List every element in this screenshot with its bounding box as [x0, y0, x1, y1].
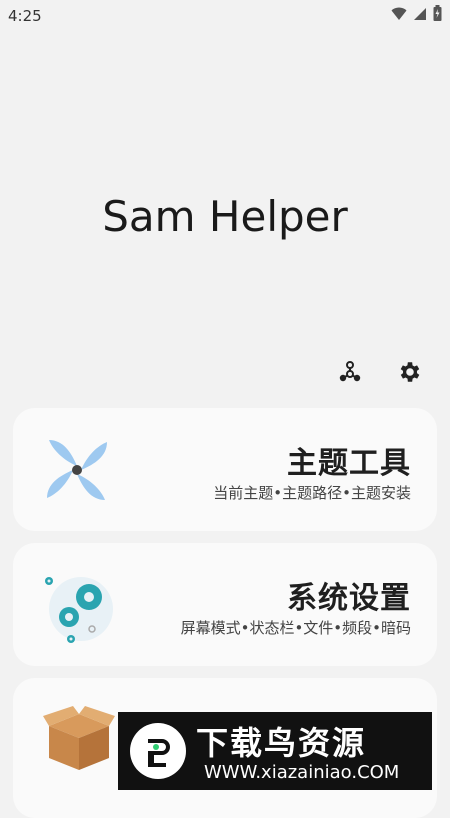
watermark-title: 下载鸟资源	[196, 724, 367, 762]
molecule-icon[interactable]	[334, 356, 366, 388]
card-title: 系统设置	[287, 581, 411, 616]
signal-icon	[413, 6, 427, 25]
status-time: 4:25	[8, 7, 42, 25]
settings-gear-icon[interactable]	[394, 356, 426, 388]
wifi-icon	[391, 6, 407, 25]
gears-icon	[39, 567, 119, 647]
card-subtitle: 当前主题•主题路径•主题安装	[213, 484, 411, 502]
card-title: 主题工具	[287, 446, 411, 481]
card-theme-tools[interactable]: 主题工具 当前主题•主题路径•主题安装	[13, 408, 437, 531]
status-bar: 4:25	[0, 0, 450, 32]
card-subtitle: 屏幕模式•状态栏•文件•频段•暗码	[180, 619, 411, 637]
app-title: Sam Helper	[102, 192, 348, 241]
box-icon	[39, 702, 119, 782]
watermark-url: WWW.xiazainiao.COM	[204, 762, 400, 783]
bird-logo-icon	[128, 721, 188, 785]
battery-icon	[433, 5, 442, 25]
watermark-banner: 下载鸟资源 WWW.xiazainiao.COM	[118, 712, 432, 790]
card-system-settings[interactable]: 系统设置 屏幕模式•状态栏•文件•频段•暗码	[13, 543, 437, 666]
status-icons	[391, 5, 442, 25]
fan-icon	[39, 432, 119, 512]
